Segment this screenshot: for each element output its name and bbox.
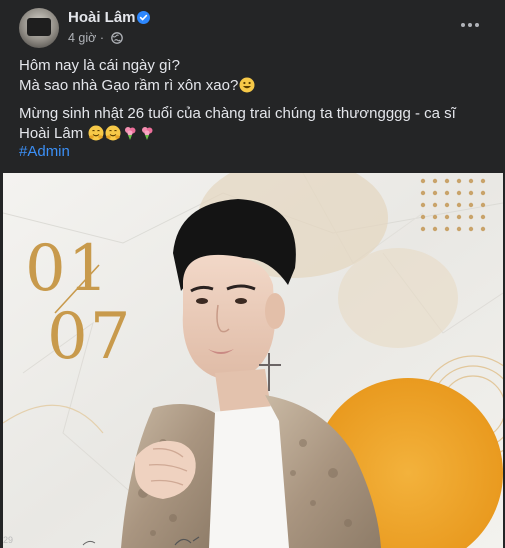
post-text-line: Mừng sinh nhật 26 tuổi của chàng trai ch… (19, 104, 456, 124)
post-text-line: Mà sao nhà Gạo rầm rì xôn xao? (19, 76, 255, 99)
date-month: 07 (47, 300, 133, 374)
facebook-post: Hoài Lâm 4 giờ · Hôm nay là cái ngày gì?… (0, 0, 505, 548)
text-l2: Mà sao nhà Gạo rầm rì xôn xao? (19, 77, 239, 94)
corner-label: 29 (3, 535, 14, 545)
text-l1: Hôm nay là cái ngày gì? (19, 57, 180, 74)
post-photo[interactable]: 01 07 29 (3, 173, 503, 548)
date-day: 01 (25, 232, 111, 306)
bouquet-emoji-icon (122, 125, 138, 147)
grinning-emoji-icon (239, 77, 255, 99)
text-l4: Hoài Lâm (19, 125, 84, 142)
post-text-line: Hôm nay là cái ngày gì? (19, 56, 180, 76)
globe-icon (111, 32, 124, 47)
post-meta: 4 giờ · (68, 31, 124, 47)
hashtag-link[interactable]: #Admin (19, 142, 70, 162)
more-options-button[interactable] (458, 16, 482, 36)
author-avatar[interactable] (19, 8, 59, 48)
author-name[interactable]: Hoài Lâm (68, 9, 136, 26)
verified-badge-icon (137, 11, 150, 24)
post-time[interactable]: 4 giờ (68, 31, 96, 45)
avatar-photo (27, 18, 51, 36)
bouquet-emoji-icon (139, 125, 155, 147)
text-l3: Mừng sinh nhật 26 tuổi của chàng trai ch… (19, 105, 456, 122)
more-icon (461, 23, 479, 27)
hugging-face-emoji-icon (88, 125, 104, 147)
hugging-face-emoji-icon (105, 125, 121, 147)
post-header: Hoài Lâm 4 giờ · (0, 0, 505, 52)
